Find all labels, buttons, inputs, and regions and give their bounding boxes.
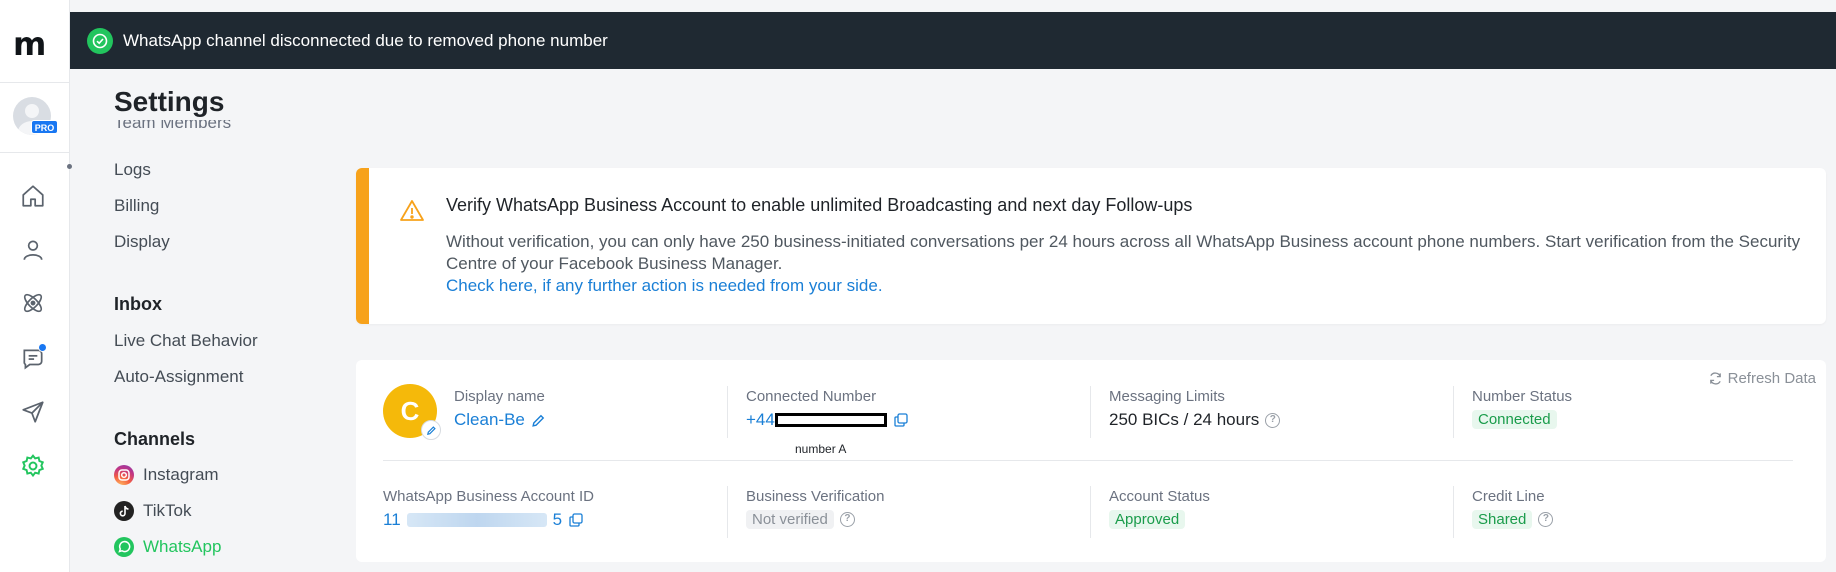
messaging-limits-value: 250 BICs / 24 hours ?: [1109, 410, 1281, 430]
messaging-limits-field: Messaging Limits 250 BICs / 24 hours ?: [1109, 388, 1281, 430]
display-name-value[interactable]: Clean-Be: [454, 410, 546, 430]
help-icon[interactable]: ?: [1265, 412, 1281, 428]
help-icon[interactable]: ?: [839, 512, 855, 527]
further-action-link[interactable]: Check here, if any further action is nee…: [446, 276, 883, 296]
waba-id-suffix: 5: [552, 510, 563, 529]
connected-number-field: Connected Number +44: [746, 388, 909, 430]
redacted-id: [406, 513, 547, 527]
help-icon[interactable]: ?: [1538, 512, 1554, 527]
verification-description: Without verification, you can only have …: [446, 232, 1801, 273]
connected-number-value[interactable]: +44: [746, 410, 909, 430]
whatsapp-icon: [114, 537, 134, 557]
column-divider: [1453, 386, 1454, 438]
tiktok-icon: [114, 501, 134, 521]
rail-divider: [0, 82, 70, 83]
column-divider: [727, 386, 728, 438]
row-divider: [383, 460, 1793, 461]
number-status-field: Number Status Connected: [1472, 388, 1572, 429]
channel-label: Instagram: [143, 465, 219, 484]
pro-badge: PRO: [31, 120, 58, 134]
menu-item-live-chat-behavior[interactable]: Live Chat Behavior: [114, 331, 258, 351]
channel-item-whatsapp[interactable]: WhatsApp: [114, 537, 221, 557]
menu-item-auto-assignment[interactable]: Auto-Assignment: [114, 367, 243, 387]
column-divider: [1090, 486, 1091, 538]
status-badge: Connected: [1472, 410, 1557, 429]
instagram-icon: [114, 465, 134, 485]
messaging-limits-text: 250 BICs / 24 hours: [1109, 410, 1260, 429]
notification-banner: WhatsApp channel disconnected due to rem…: [70, 12, 1836, 69]
success-check-icon: [87, 28, 113, 54]
business-verification-value: Not verified ?: [746, 510, 884, 529]
waba-id-value[interactable]: 11 5: [383, 510, 594, 530]
number-annotation: number A: [795, 442, 847, 456]
column-divider: [1453, 486, 1454, 538]
field-label: Display name: [454, 388, 545, 405]
broadcast-icon[interactable]: [20, 399, 46, 425]
home-icon[interactable]: [20, 183, 46, 209]
menu-heading-channels: Channels: [114, 429, 196, 449]
icon-rail: m PRO: [0, 0, 70, 572]
whatsapp-account-card: Refresh Data C Display name Clean-Be Con…: [356, 360, 1826, 562]
account-status-field: Account Status Approved: [1109, 488, 1210, 529]
business-verification-field: Business Verification Not verified ?: [746, 488, 884, 529]
channel-item-tiktok[interactable]: TikTok: [114, 501, 192, 521]
credit-line-value: Shared ?: [1472, 510, 1554, 529]
copy-icon[interactable]: [893, 412, 909, 428]
menu-item-logs[interactable]: Logs: [114, 160, 151, 180]
column-divider: [727, 486, 728, 538]
edit-name-icon[interactable]: [531, 413, 546, 428]
inbox-icon[interactable]: [20, 343, 47, 371]
refresh-data-button[interactable]: Refresh Data: [1708, 370, 1816, 387]
channel-label: TikTok: [143, 501, 192, 520]
account-status-value: Approved: [1109, 510, 1210, 529]
channel-item-instagram[interactable]: Instagram: [114, 465, 219, 485]
collapse-handle[interactable]: [67, 164, 72, 169]
waba-id-prefix: 11: [383, 510, 401, 529]
avatar-head: [25, 104, 39, 118]
settings-icon[interactable]: [20, 453, 46, 479]
rail-divider: [0, 152, 70, 153]
field-label: Credit Line: [1472, 488, 1545, 505]
field-label: Messaging Limits: [1109, 388, 1225, 405]
status-badge: Not verified: [746, 510, 834, 529]
display-name-text: Clean-Be: [454, 410, 525, 429]
verification-alert-card: Verify WhatsApp Business Account to enab…: [356, 168, 1826, 324]
edit-avatar-button[interactable]: [421, 420, 441, 440]
unread-dot: [38, 343, 47, 352]
status-badge: Shared: [1472, 510, 1533, 529]
field-label: WhatsApp Business Account ID: [383, 488, 594, 505]
automation-icon[interactable]: [20, 290, 46, 316]
menu-item-team-members[interactable]: Team Members: [114, 120, 231, 134]
menu-item-billing[interactable]: Billing: [114, 196, 159, 216]
verification-title: Verify WhatsApp Business Account to enab…: [446, 195, 1193, 215]
menu-heading-inbox: Inbox: [114, 294, 162, 314]
status-badge: Approved: [1109, 510, 1186, 529]
pencil-icon: [427, 426, 436, 435]
field-label: Number Status: [1472, 388, 1573, 405]
banner-message: WhatsApp channel disconnected due to rem…: [123, 31, 608, 50]
refresh-label: Refresh Data: [1727, 370, 1816, 387]
brand-logo[interactable]: m: [13, 28, 53, 60]
credit-line-field: Credit Line Shared ?: [1472, 488, 1554, 529]
field-label: Account Status: [1109, 488, 1210, 505]
menu-item-display[interactable]: Display: [114, 232, 170, 252]
redacted-number: [774, 413, 887, 427]
display-name-field: Display name Clean-Be: [454, 388, 546, 430]
waba-id-field: WhatsApp Business Account ID 11 5: [383, 488, 594, 530]
refresh-icon: [1709, 372, 1721, 385]
field-label: Connected Number: [746, 388, 877, 405]
field-label: Business Verification: [746, 488, 885, 505]
channel-label: WhatsApp: [143, 537, 222, 556]
warning-icon: [399, 198, 425, 224]
number-status-value: Connected: [1472, 410, 1572, 429]
page-title: Settings: [114, 86, 225, 117]
contacts-icon[interactable]: [20, 237, 46, 263]
column-divider: [1090, 386, 1091, 438]
copy-icon[interactable]: [568, 512, 584, 528]
number-prefix: +44: [746, 410, 775, 429]
